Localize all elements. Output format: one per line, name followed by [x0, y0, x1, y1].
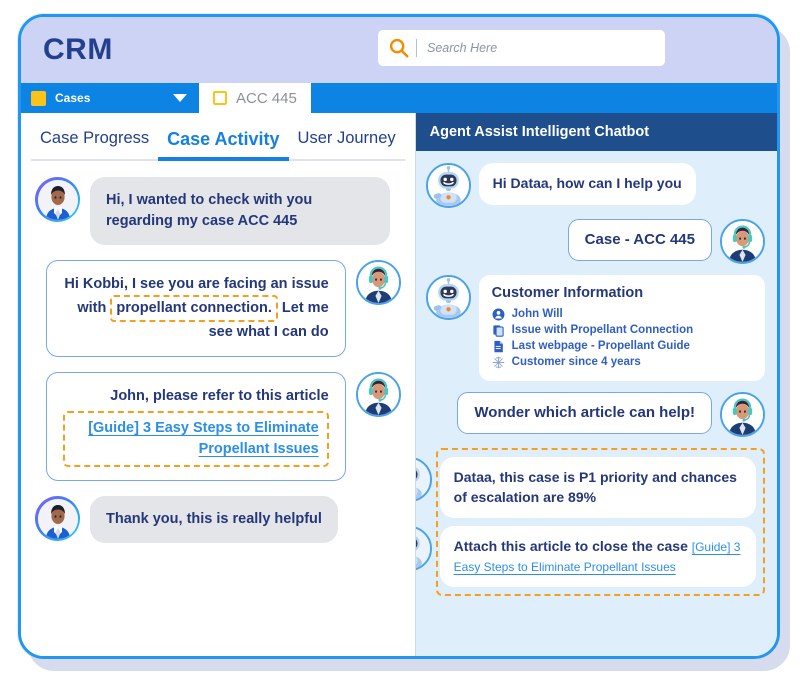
app-header: CRM: [21, 17, 777, 83]
message-bubble: Hi Kobbi, I see you are facing an issue …: [45, 260, 346, 358]
tab-case-progress[interactable]: Case Progress: [31, 129, 159, 161]
main-content: Case Progress Case Activity User Journey: [21, 113, 777, 656]
message-bubble: Hi, I wanted to check with you regarding…: [90, 177, 390, 246]
customer-card-row-issue: Issue with Propellant Connection: [492, 322, 752, 338]
agent-avatar: [355, 260, 401, 306]
article-link[interactable]: [Guide] 3 Easy Steps to Eliminate Propel…: [88, 420, 318, 457]
customer-card-row-webpage: Last webpage - Propellant Guide: [492, 338, 752, 354]
agent-avatar: [355, 372, 401, 418]
search-box[interactable]: [378, 30, 665, 66]
chatbot-title: Agent Assist Intelligent Chatbot: [415, 113, 777, 151]
search-icon: [388, 37, 410, 59]
customer-avatar: [35, 496, 80, 542]
highlighted-phrase: propellant connection.: [110, 295, 278, 323]
customer-card-row-text: John Will: [511, 308, 563, 320]
customer-card-row-text: Last webpage - Propellant Guide: [511, 340, 690, 352]
message-bubble: Wonder which article can help!: [457, 392, 712, 435]
nav-strip-filler: [310, 83, 777, 113]
message-row-customer-1: Hi, I wanted to check with you regarding…: [35, 177, 401, 246]
yellow-square-outline-icon: [213, 91, 227, 105]
bot-avatar: [415, 526, 432, 572]
message-text: John, please refer to this article: [110, 388, 329, 405]
snowflake-icon: [492, 356, 505, 369]
message-bubble: Hi Dataa, how can I help you: [478, 163, 696, 205]
search-input[interactable]: [427, 30, 655, 66]
message-row-agent-2: John, please refer to this article [Guid…: [35, 372, 401, 482]
open-record-tab-label: ACC 445: [236, 89, 297, 107]
chatbot-panel: Agent Assist Intelligent Chatbot Hi Data…: [415, 113, 777, 656]
message-row-bot-2: Customer Information John Will Issue wit…: [425, 275, 765, 381]
highlighted-article-box: [Guide] 3 Easy Steps to Eliminate Propel…: [62, 411, 329, 468]
message-bubble: Thank you, this is really helpful: [90, 496, 338, 544]
chatbot-conversation: Hi Dataa, how can I help you Case - ACC …: [415, 151, 777, 656]
case-tabs: Case Progress Case Activity User Journey: [21, 113, 415, 161]
message-row-bot-1: Hi Dataa, how can I help you: [425, 163, 765, 208]
app-logo: CRM: [43, 33, 113, 66]
customer-information-card: Customer Information John Will Issue wit…: [478, 275, 765, 381]
message-row-agent-question: Wonder which article can help!: [426, 392, 765, 437]
search-divider: [416, 39, 417, 57]
agent-avatar: [720, 219, 765, 264]
customer-card-title: Customer Information: [491, 285, 644, 301]
message-bubble: Case - ACC 445: [567, 219, 712, 262]
app-window: CRM Cases ACC 445: [18, 14, 780, 659]
message-row-bot-3: Dataa, this case is P1 priority and chan…: [415, 457, 756, 519]
open-record-tab-acc445[interactable]: ACC 445: [199, 83, 311, 113]
page-icon: [492, 340, 505, 353]
customer-card-row-text: Customer since 4 years: [511, 356, 641, 368]
message-row-customer-2: Thank you, this is really helpful: [35, 496, 401, 544]
tab-user-journey[interactable]: User Journey: [288, 129, 405, 161]
message-row-bot-4: Attach this article to close the case [G…: [415, 526, 756, 588]
customer-card-row-text: Issue with Propellant Connection: [511, 324, 694, 336]
cases-dropdown[interactable]: Cases: [21, 83, 199, 113]
bot-avatar: [425, 275, 471, 320]
bot-avatar: [425, 163, 471, 208]
message-bubble: John, please refer to this article [Guid…: [45, 372, 346, 482]
suggestion-text: Attach this article to close the case: [453, 538, 688, 555]
cases-dropdown-label: Cases: [55, 91, 91, 105]
chevron-down-icon: [173, 94, 187, 102]
ai-suggestion-highlight-box: Dataa, this case is P1 priority and chan…: [415, 448, 765, 597]
nav-strip: Cases ACC 445: [21, 83, 777, 113]
case-activity-conversation: Hi, I wanted to check with you regarding…: [21, 161, 415, 656]
customer-card-row-name: John Will: [492, 306, 752, 322]
documents-icon: [492, 324, 505, 337]
case-panel: Case Progress Case Activity User Journey: [21, 113, 416, 656]
customer-card-row-tenure: Customer since 4 years: [492, 354, 752, 370]
agent-avatar: [720, 392, 765, 437]
message-row-agent-1: Hi Kobbi, I see you are facing an issue …: [35, 260, 401, 358]
bot-avatar: [415, 457, 432, 502]
message-row-agent-case: Case - ACC 445: [426, 219, 765, 264]
tab-case-activity[interactable]: Case Activity: [158, 129, 289, 161]
customer-avatar: [35, 177, 80, 222]
message-bubble: Dataa, this case is P1 priority and chan…: [439, 457, 756, 519]
person-icon: [492, 308, 505, 321]
yellow-square-icon: [31, 90, 46, 106]
message-bubble: Attach this article to close the case [G…: [439, 526, 756, 588]
